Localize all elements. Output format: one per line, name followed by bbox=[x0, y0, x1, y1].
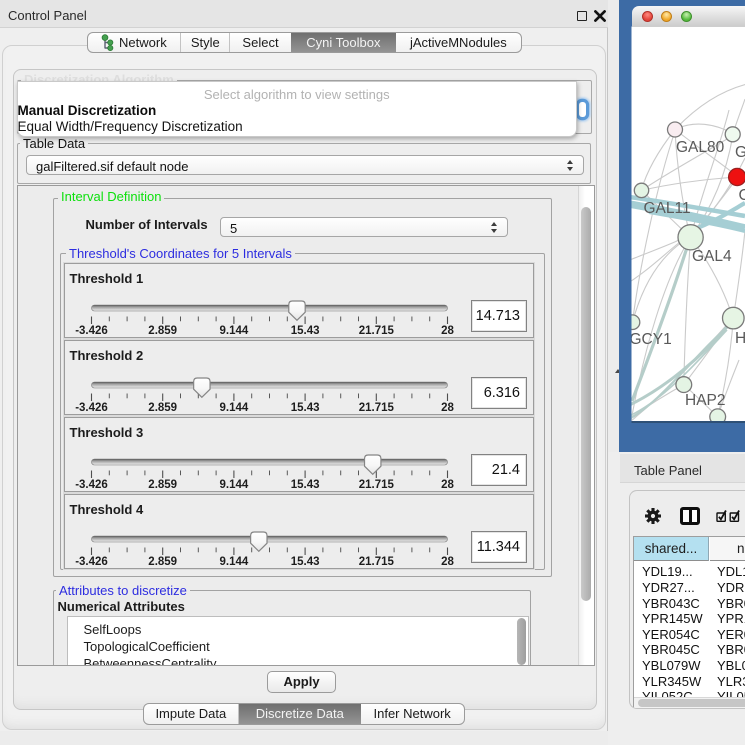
svg-text:9.144: 9.144 bbox=[219, 325, 248, 337]
svg-text:28: 28 bbox=[441, 479, 454, 491]
svg-text:-3.426: -3.426 bbox=[75, 325, 108, 337]
svg-text:2.859: 2.859 bbox=[148, 325, 177, 337]
svg-text:15.43: 15.43 bbox=[290, 479, 319, 491]
svg-text:GCY1: GCY1 bbox=[630, 331, 672, 348]
svg-text:H: H bbox=[735, 330, 745, 347]
svg-text:9.144: 9.144 bbox=[219, 402, 248, 414]
svg-text:21.715: 21.715 bbox=[358, 479, 394, 491]
svg-text:2.859: 2.859 bbox=[148, 402, 177, 414]
svg-text:GAL4: GAL4 bbox=[692, 248, 732, 265]
svg-text:15.43: 15.43 bbox=[290, 402, 319, 414]
svg-text:-3.426: -3.426 bbox=[75, 402, 108, 414]
svg-text:2.859: 2.859 bbox=[148, 479, 177, 491]
svg-text:28: 28 bbox=[441, 325, 454, 337]
svg-text:15.43: 15.43 bbox=[290, 325, 319, 337]
svg-text:28: 28 bbox=[441, 556, 454, 568]
svg-text:C: C bbox=[739, 187, 745, 204]
svg-text:GAL80: GAL80 bbox=[676, 139, 725, 156]
svg-text:21.715: 21.715 bbox=[358, 325, 394, 337]
svg-text:9.144: 9.144 bbox=[219, 556, 248, 568]
svg-text:15.43: 15.43 bbox=[290, 556, 319, 568]
svg-text:28: 28 bbox=[441, 402, 454, 414]
svg-text:-3.426: -3.426 bbox=[75, 556, 108, 568]
svg-text:-3.426: -3.426 bbox=[75, 479, 108, 491]
svg-text:21.715: 21.715 bbox=[358, 402, 394, 414]
svg-text:2.859: 2.859 bbox=[148, 556, 177, 568]
svg-text:GAL11: GAL11 bbox=[644, 200, 691, 217]
svg-text:HAP2: HAP2 bbox=[685, 392, 726, 409]
svg-text:21.715: 21.715 bbox=[358, 556, 394, 568]
svg-text:GA: GA bbox=[735, 144, 745, 161]
svg-text:9.144: 9.144 bbox=[219, 479, 248, 491]
